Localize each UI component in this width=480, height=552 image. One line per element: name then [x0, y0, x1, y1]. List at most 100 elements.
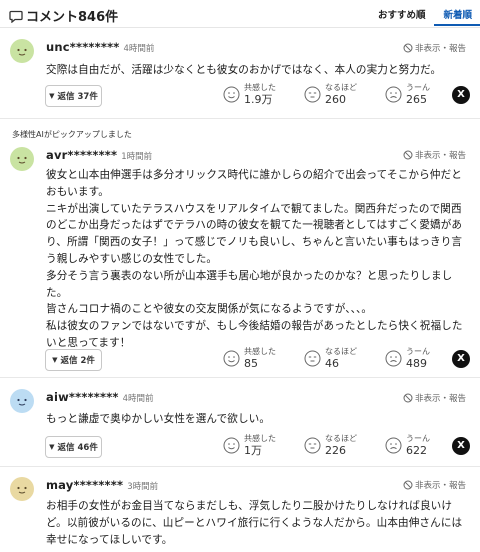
reaction-label: 共感した — [244, 83, 276, 92]
avatar[interactable] — [10, 147, 34, 171]
comment-item: unc******** 4時間前 非表示・報告 交際は自由だが、活躍は少なくとも彼… — [0, 29, 480, 119]
comment-paragraph: 多分そう言う裏表のない所が山本選手も居心地が良かったのかな？と思ったりしました。 — [46, 269, 453, 299]
reaction-count: 260 — [325, 93, 346, 106]
reaction-empathy-button[interactable]: 共感した 85 — [223, 347, 290, 370]
comment-time: 3時間前 — [127, 482, 159, 492]
comment-item: may******** 3時間前 非表示・報告 お相手の女性がお金目当てならまだし… — [0, 468, 480, 552]
sort-tab-recommended[interactable]: おすすめ順 — [378, 7, 426, 21]
reply-button[interactable]: ▼ 返信 37件 — [45, 85, 102, 107]
reaction-count: 622 — [406, 444, 427, 457]
reaction-count: 265 — [406, 93, 427, 106]
comment-author: may******** 3時間前 — [46, 478, 158, 492]
reply-button[interactable]: ▼ 返信 46件 — [45, 436, 102, 458]
reaction-hmm-button[interactable]: うーん 489 — [385, 347, 452, 370]
reaction-count: 226 — [325, 444, 346, 457]
reaction-bar: 共感した 1万 なるほど 226 うーん 622 X — [209, 434, 470, 457]
x-logo-icon: X — [457, 89, 465, 100]
avatar-face-icon — [10, 147, 34, 171]
comment-time: 1時間前 — [121, 152, 153, 162]
username[interactable]: aiw******** — [46, 390, 119, 404]
smile-face-icon — [223, 86, 240, 103]
username[interactable]: may******** — [46, 478, 123, 492]
comments-title: コメント846件 — [26, 10, 119, 25]
share-x-button[interactable]: X — [452, 85, 470, 104]
reply-count-label: 返信 37件 — [57, 92, 98, 102]
comment-time: 4時間前 — [122, 394, 154, 404]
comment-paragraph: 皆さんコロナ禍のことや彼女の交友関係が気になるようですが、、、。 — [46, 303, 373, 316]
hmm-face-icon — [385, 350, 402, 367]
avatar[interactable] — [10, 39, 34, 63]
hmm-face-icon — [385, 437, 402, 454]
reaction-insight-button[interactable]: なるほど 226 — [304, 434, 371, 457]
hide-report-label: 非表示・報告 — [414, 44, 466, 54]
thinking-face-icon — [304, 350, 321, 367]
username[interactable]: unc******** — [46, 40, 120, 54]
ban-icon — [403, 393, 413, 403]
comment-paragraph: 彼女と山本由伸選手は多分オリックス時代に誰かしらの紹介で出会ってそこから仲だとお… — [46, 169, 462, 198]
hide-report-link[interactable]: 非表示・報告 — [403, 479, 466, 491]
hide-report-label: 非表示・報告 — [414, 481, 466, 491]
hide-report-label: 非表示・報告 — [414, 394, 466, 404]
reaction-label: うーん — [406, 83, 430, 92]
sort-tab-newest[interactable]: 新着順 — [443, 7, 472, 21]
reaction-insight-button[interactable]: なるほど 46 — [304, 347, 371, 370]
comment-paragraph: お相手の女性がお金目当てならまだしも、浮気したり二股かけたりしなければ良いけど。… — [46, 500, 463, 546]
avatar-face-icon — [10, 39, 34, 63]
reaction-bar: 共感した 1.9万 なるほど 260 うーん 265 X — [209, 83, 470, 106]
comment-author: unc******** 4時間前 — [46, 40, 154, 54]
reaction-count: 1万 — [244, 444, 262, 457]
x-logo-icon: X — [457, 353, 465, 364]
comment-body: 交際は自由だが、活躍は少なくとも彼女のおかげではなく、本人の実力と努力だ。 — [46, 62, 470, 79]
x-logo-icon: X — [457, 440, 465, 451]
comment-paragraph: もっと謙虚で奥ゆかしい女性を選んで欲しい。 — [46, 413, 271, 425]
comment-item: 多様性AIがピックアップしました avr******** 1時間前 非表示・報告 … — [0, 120, 480, 378]
hide-report-link[interactable]: 非表示・報告 — [403, 149, 466, 161]
hide-report-link[interactable]: 非表示・報告 — [403, 392, 466, 404]
reaction-count: 1.9万 — [244, 93, 273, 106]
chevron-down-icon: ▼ — [52, 356, 58, 364]
hmm-face-icon — [385, 86, 402, 103]
avatar-face-icon — [10, 477, 34, 501]
comment-paragraph: 交際は自由だが、活躍は少なくとも彼女のおかげではなく、本人の実力と努力だ。 — [46, 64, 442, 76]
share-x-button[interactable]: X — [452, 349, 470, 368]
reaction-empathy-button[interactable]: 共感した 1万 — [223, 434, 290, 457]
reaction-count: 46 — [325, 357, 339, 370]
smile-face-icon — [223, 437, 240, 454]
comments-header: コメント846件 おすすめ順 新着順 — [0, 0, 480, 28]
username[interactable]: avr******** — [46, 148, 117, 162]
chevron-down-icon: ▼ — [49, 443, 55, 451]
reaction-bar: 共感した 85 なるほど 46 うーん 489 X — [209, 347, 470, 370]
reaction-insight-button[interactable]: なるほど 260 — [304, 83, 371, 106]
avatar-face-icon — [10, 389, 34, 413]
reaction-label: なるほど — [325, 434, 357, 443]
active-tab-underline — [434, 24, 480, 26]
reaction-hmm-button[interactable]: うーん 265 — [385, 83, 452, 106]
reaction-empathy-button[interactable]: 共感した 1.9万 — [223, 83, 290, 106]
thinking-face-icon — [304, 86, 321, 103]
reply-button[interactable]: ▼ 返信 2件 — [45, 349, 102, 371]
sort-tabs: おすすめ順 新着順 — [360, 7, 472, 21]
smile-face-icon — [223, 350, 240, 367]
share-x-button[interactable]: X — [452, 436, 470, 455]
comment-author: aiw******** 4時間前 — [46, 390, 154, 404]
comment-body: お相手の女性がお金目当てならまだしも、浮気したり二股かけたりしなければ良いけど。… — [46, 498, 470, 548]
ban-icon — [403, 150, 413, 160]
reply-count-label: 返信 2件 — [60, 356, 95, 366]
reaction-label: うーん — [406, 347, 430, 356]
chevron-down-icon: ▼ — [49, 92, 55, 100]
ban-icon — [403, 43, 413, 53]
avatar[interactable] — [10, 477, 34, 501]
hide-report-label: 非表示・報告 — [414, 151, 466, 161]
comment-bubble-icon — [9, 10, 23, 23]
avatar[interactable] — [10, 389, 34, 413]
reaction-hmm-button[interactable]: うーん 622 — [385, 434, 452, 457]
comment-body: 彼女と山本由伸選手は多分オリックス時代に誰かしらの紹介で出会ってそこから仲だとお… — [46, 167, 470, 352]
reaction-label: うーん — [406, 434, 430, 443]
reaction-label: なるほど — [325, 347, 357, 356]
reaction-label: 共感した — [244, 434, 276, 443]
reply-count-label: 返信 46件 — [57, 443, 98, 453]
comment-time: 4時間前 — [123, 44, 155, 54]
comment-author: avr******** 1時間前 — [46, 148, 152, 162]
hide-report-link[interactable]: 非表示・報告 — [403, 42, 466, 54]
thinking-face-icon — [304, 437, 321, 454]
